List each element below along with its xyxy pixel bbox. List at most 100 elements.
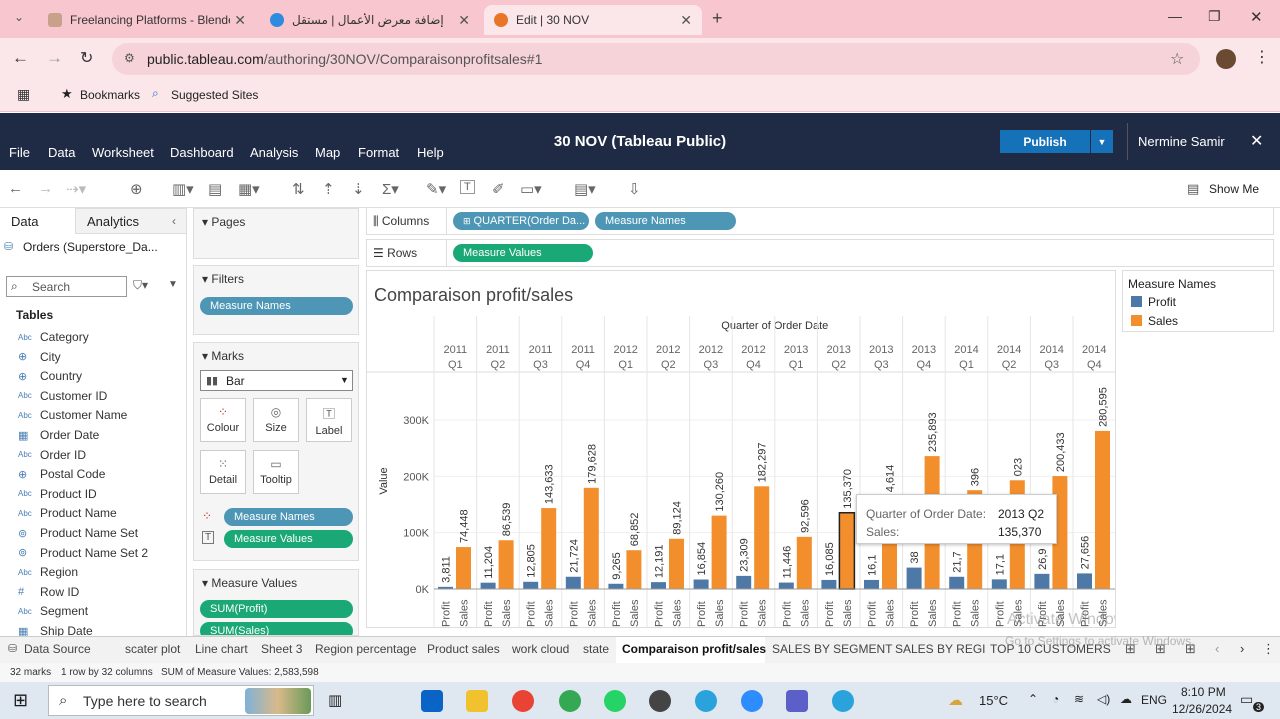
format-icon[interactable]: ✐ (492, 180, 505, 198)
browser-tab-2[interactable]: إضافة معرض الأعمال | مستقل ✕ (260, 5, 480, 35)
field-item[interactable]: ⊕ City (18, 348, 61, 366)
close-icon[interactable]: ✕ (234, 12, 246, 29)
close-icon[interactable]: ✕ (458, 12, 470, 29)
publish-dropdown-icon[interactable]: ▼ (1091, 130, 1113, 153)
tab-work-cloud[interactable]: work cloud (512, 642, 569, 656)
detail-button[interactable]: ⁙ Detail (200, 450, 246, 494)
label-button[interactable]: 🅃 Label (306, 398, 352, 442)
datasource-name[interactable]: Orders (Superstore_Da... (23, 240, 158, 254)
bar-profit[interactable] (608, 583, 624, 589)
restore-icon[interactable]: ❐ (1208, 8, 1221, 25)
minimize-icon[interactable]: — (1168, 8, 1182, 24)
clock-time[interactable]: 8:10 PM (1181, 685, 1226, 699)
temperature[interactable]: 15°C (979, 693, 1008, 708)
filter-pill-measure-names[interactable]: Measure Names (200, 297, 353, 315)
row-pill-measure-values[interactable]: Measure Values (453, 244, 593, 262)
bar-profit[interactable] (991, 579, 1007, 589)
chrome-icon[interactable] (512, 690, 534, 712)
volume-icon[interactable]: ◁) (1097, 692, 1110, 706)
expand-icon[interactable]: ⊞ (463, 216, 471, 227)
legend-swatch-sales[interactable] (1131, 315, 1142, 326)
collapse-icon[interactable]: ‹ (172, 214, 176, 228)
bar-profit[interactable] (906, 567, 922, 589)
bar-profit[interactable] (651, 582, 666, 589)
teams-icon[interactable] (786, 690, 808, 712)
field-item[interactable]: Abc Product ID (18, 485, 97, 503)
forward-icon[interactable]: → (46, 48, 63, 68)
field-item[interactable]: Abc Category (18, 328, 89, 346)
bar-sales[interactable] (1095, 430, 1110, 589)
site-info-icon[interactable]: ⚙ (124, 51, 135, 65)
zoom-icon[interactable] (741, 690, 763, 712)
tab-line-chart[interactable]: Line chart (195, 642, 248, 656)
app-circle-icon[interactable] (649, 690, 671, 712)
marks-pill-measure-values[interactable]: Measure Values (224, 530, 353, 548)
browser-tab-3[interactable]: Edit | 30 NOV ✕ (484, 5, 702, 35)
bar-sales[interactable] (456, 547, 471, 589)
bar-profit[interactable] (1077, 573, 1092, 589)
suggested-sites-link[interactable]: Suggested Sites (171, 88, 258, 102)
new-worksheet-icon[interactable]: ▥▾ (172, 180, 194, 198)
bar-sales[interactable] (711, 515, 727, 589)
bar-profit[interactable] (821, 579, 837, 589)
bar-profit[interactable] (565, 576, 581, 589)
telegram-icon[interactable] (695, 690, 717, 712)
tab-product-sales[interactable]: Product sales (427, 642, 500, 656)
field-item[interactable]: ⊚ Product Name Set 2 (18, 544, 148, 562)
close-editor-icon[interactable]: ✕ (1250, 131, 1263, 151)
field-item[interactable]: ⊕ Country (18, 367, 82, 385)
wifi-icon[interactable]: ≋ (1074, 692, 1084, 706)
language[interactable]: ENG (1141, 693, 1167, 707)
tab-search-icon[interactable]: ⌄ (14, 10, 24, 24)
windows-start-icon[interactable]: ⊞ (13, 690, 28, 711)
bar-sales[interactable] (541, 508, 557, 589)
tabs-menu-icon[interactable]: ⋮ (1262, 641, 1275, 657)
new-tab-icon[interactable]: + (712, 8, 723, 29)
show-me-icon[interactable]: ▤ (1187, 181, 1199, 197)
weather-icon[interactable]: ☁ (948, 691, 963, 709)
columns-shelf[interactable]: ⫼ Columns ⊞ QUARTER(Order Da... Measure N… (366, 207, 1274, 235)
bar-profit[interactable] (949, 576, 965, 589)
tab-sales-by-segment[interactable]: SALES BY SEGMENT (772, 642, 893, 656)
undo-icon[interactable]: ← (8, 180, 23, 197)
swap-icon[interactable]: ⇅ (292, 180, 305, 198)
profile-avatar[interactable] (1216, 49, 1236, 69)
bar-profit[interactable] (864, 579, 879, 589)
new-datasource-icon[interactable]: ⊕ (130, 180, 143, 198)
bar-profit[interactable] (480, 582, 496, 589)
size-button[interactable]: ◎ Size (253, 398, 299, 442)
field-item[interactable]: Abc Segment (18, 602, 88, 620)
reload-icon[interactable]: ↻ (80, 48, 93, 68)
download-icon[interactable]: ⇩ (628, 180, 641, 198)
rows-shelf[interactable]: ☰ Rows Measure Values (366, 239, 1274, 267)
column-pill-quarter[interactable]: ⊞ QUARTER(Order Da... (453, 212, 589, 230)
bar-sales[interactable] (796, 536, 812, 589)
bar-profit[interactable] (523, 581, 539, 589)
sort-asc-icon[interactable]: ⇡ (322, 180, 335, 198)
highlight-icon[interactable]: ✎▾ (426, 180, 446, 198)
window-close-icon[interactable]: ✕ (1250, 8, 1263, 26)
bar-profit[interactable] (778, 582, 794, 589)
tab-sheet-3[interactable]: Sheet 3 (261, 642, 302, 656)
bar-sales[interactable] (498, 540, 514, 589)
tab-sales-by-regi[interactable]: SALES BY REGI (895, 642, 986, 656)
scroll-left-icon[interactable]: ‹ (1215, 641, 1219, 656)
browser-tab-1[interactable]: Freelancing Platforms - Blende ✕ (38, 5, 256, 35)
tab-state[interactable]: state (583, 642, 609, 656)
url-bar[interactable]: ⚙ public.tableau.com/authoring/30NOV/Com… (112, 43, 1200, 75)
field-item[interactable]: Abc Product Name (18, 504, 117, 522)
tab-data-source[interactable]: Data Source (24, 642, 91, 656)
scroll-right-icon[interactable]: › (1240, 641, 1244, 656)
field-item[interactable]: ⊚ Product Name Set (18, 524, 138, 542)
tray-chevron-icon[interactable]: ⌃ (1028, 692, 1038, 706)
legend-label-profit[interactable]: Profit (1148, 295, 1176, 309)
replay-icon[interactable]: ⇢▾ (66, 180, 86, 198)
bar-sales[interactable] (626, 550, 642, 589)
filter-fields-icon[interactable]: ⛉▾ (133, 278, 148, 293)
field-item[interactable]: Abc Customer ID (18, 387, 107, 405)
tab-region-percentage[interactable]: Region percentage (315, 642, 416, 656)
totals-icon[interactable]: Σ▾ (382, 180, 399, 198)
browser-menu-icon[interactable]: ⋮ (1254, 47, 1270, 67)
field-item[interactable]: Abc Region (18, 563, 78, 581)
chrome-active-icon[interactable] (559, 690, 581, 712)
